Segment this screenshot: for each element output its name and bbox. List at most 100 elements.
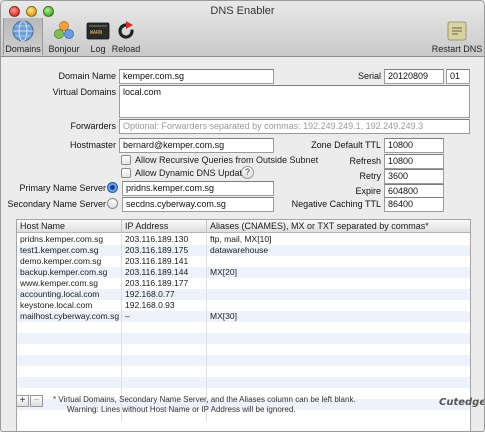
toolbar-reload-button[interactable]: Reload — [111, 18, 141, 55]
column-header-ip-address[interactable]: IP Address — [122, 220, 207, 233]
serial-revision-field[interactable]: 01 — [446, 69, 470, 84]
host-name-cell[interactable] — [17, 377, 122, 388]
aliases-cell[interactable]: MX[30] — [207, 311, 470, 322]
secondary-name-server-radio[interactable] — [107, 198, 118, 209]
toolbar-domains-button[interactable]: Domains — [3, 18, 43, 55]
zone-default-ttl-field[interactable]: 10800 — [384, 138, 444, 153]
virtual-domains-field[interactable]: local.com — [119, 85, 470, 118]
table-row[interactable] — [17, 355, 470, 366]
ip-address-cell[interactable] — [122, 355, 207, 366]
ip-address-cell[interactable]: – — [122, 311, 207, 322]
secondary-name-server-field[interactable]: secdns.cyberway.com.sg — [122, 197, 274, 212]
table-row[interactable]: pridns.kemper.com.sg 203.116.189.130 ftp, … — [17, 234, 470, 245]
toolbar-log-button[interactable]: WARN Log — [83, 18, 113, 55]
table-row[interactable]: keystone.local.com 192.168.0.93 — [17, 300, 470, 311]
host-name-cell[interactable] — [17, 366, 122, 377]
aliases-cell[interactable] — [207, 256, 470, 267]
aliases-cell[interactable]: MX[20] — [207, 267, 470, 278]
ip-address-cell[interactable]: 203.116.189.144 — [122, 267, 207, 278]
ip-address-cell[interactable]: 203.116.189.130 — [122, 234, 207, 245]
table-row[interactable] — [17, 366, 470, 377]
remove-row-button[interactable]: − — [30, 395, 43, 407]
globe-icon — [12, 20, 34, 42]
ip-address-cell[interactable]: 203.116.189.177 — [122, 278, 207, 289]
footer-note: * Virtual Domains, Secondary Name Server… — [53, 395, 356, 404]
table-row[interactable] — [17, 377, 470, 388]
checkbox-box[interactable] — [121, 155, 131, 165]
ip-address-cell[interactable] — [122, 322, 207, 333]
table-row[interactable] — [17, 333, 470, 344]
negative-caching-ttl-label: Negative Caching TTL — [291, 199, 381, 209]
host-name-cell[interactable] — [17, 355, 122, 366]
add-row-button[interactable]: + — [16, 395, 29, 407]
toolbar: Domains Bonjour WARN Log Reload Restart … — [1, 17, 484, 57]
table-row[interactable]: www.kemper.com.sg 203.116.189.177 — [17, 278, 470, 289]
table-row[interactable] — [17, 322, 470, 333]
aliases-cell[interactable] — [207, 300, 470, 311]
aliases-cell[interactable] — [207, 322, 470, 333]
ip-address-cell[interactable] — [122, 377, 207, 388]
host-name-cell[interactable]: keystone.local.com — [17, 300, 122, 311]
ip-address-cell[interactable] — [122, 344, 207, 355]
hostmaster-label: Hostmaster — [69, 140, 116, 150]
allow-dynamic-label: Allow Dynamic DNS Updates — [135, 168, 252, 178]
primary-name-server-radio[interactable] — [107, 182, 118, 193]
aliases-cell[interactable] — [207, 366, 470, 377]
table-row[interactable]: mailhost.cyberway.com.sg – MX[30] — [17, 311, 470, 322]
serial-field[interactable]: 20120809 — [384, 69, 444, 84]
host-name-cell[interactable]: www.kemper.com.sg — [17, 278, 122, 289]
column-header-host-name[interactable]: Host Name — [17, 220, 122, 233]
ip-address-cell[interactable]: 203.116.189.175 — [122, 245, 207, 256]
host-name-cell[interactable]: test1.kemper.com.sg — [17, 245, 122, 256]
table-row[interactable]: demo.kemper.com.sg 203.116.189.141 — [17, 256, 470, 267]
ip-address-cell[interactable]: 192.168.0.93 — [122, 300, 207, 311]
checkbox-box[interactable] — [121, 168, 131, 178]
secondary-name-server-label: Secondary Name Server — [7, 199, 106, 209]
primary-name-server-field[interactable]: pridns.kemper.com.sg — [122, 181, 274, 196]
host-name-cell[interactable]: demo.kemper.com.sg — [17, 256, 122, 267]
host-name-cell[interactable]: accounting.local.com — [17, 289, 122, 300]
ip-address-cell[interactable]: 203.116.189.141 — [122, 256, 207, 267]
column-header-aliases[interactable]: Aliases (CNAMES), MX or TXT separated by… — [207, 220, 470, 233]
retry-field[interactable]: 3600 — [384, 169, 444, 184]
toolbar-bonjour-label: Bonjour — [48, 44, 80, 54]
host-name-cell[interactable]: backup.kemper.com.sg — [17, 267, 122, 278]
app-window: DNS Enabler Domains Bonjour WARN Log Rel… — [0, 0, 485, 432]
aliases-cell[interactable]: ftp, mail, MX[10] — [207, 234, 470, 245]
host-name-cell[interactable] — [17, 322, 122, 333]
host-name-cell[interactable]: pridns.kemper.com.sg — [17, 234, 122, 245]
aliases-cell[interactable] — [207, 355, 470, 366]
toolbar-restart-dns-button[interactable]: Restart DNS — [429, 18, 484, 55]
domain-name-field[interactable]: kemper.com.sg — [119, 69, 274, 84]
table-row[interactable]: backup.kemper.com.sg 203.116.189.144 MX[20… — [17, 267, 470, 278]
aliases-cell[interactable]: datawarehouse — [207, 245, 470, 256]
aliases-cell[interactable] — [207, 278, 470, 289]
domain-name-label: Domain Name — [58, 71, 116, 81]
toolbar-bonjour-button[interactable]: Bonjour — [45, 18, 83, 55]
host-name-cell[interactable]: mailhost.cyberway.com.sg — [17, 311, 122, 322]
ip-address-cell[interactable]: 192.168.0.77 — [122, 289, 207, 300]
forwarders-label: Forwarders — [70, 121, 116, 131]
hostmaster-field[interactable]: bernard@kemper.com.sg — [119, 138, 274, 153]
aliases-cell[interactable] — [207, 289, 470, 300]
aliases-cell[interactable] — [207, 344, 470, 355]
host-name-cell[interactable] — [17, 344, 122, 355]
negative-caching-ttl-field[interactable]: 86400 — [384, 197, 444, 212]
reload-icon — [118, 21, 134, 39]
table-header: Host Name IP Address Aliases (CNAMES), M… — [17, 220, 470, 233]
table-row[interactable] — [17, 344, 470, 355]
table-row[interactable]: test1.kemper.com.sg 203.116.189.175 datawa… — [17, 245, 470, 256]
help-icon[interactable]: ? — [241, 166, 254, 179]
aliases-cell[interactable] — [207, 377, 470, 388]
allow-dynamic-dns-checkbox[interactable]: Allow Dynamic DNS Updates — [121, 168, 252, 178]
window-title: DNS Enabler — [210, 5, 275, 17]
aliases-cell[interactable] — [207, 333, 470, 344]
footer-warning: Warning: Lines without Host Name or IP A… — [67, 405, 296, 414]
forwarders-field[interactable]: Optional: Forwarders separated by commas… — [119, 119, 470, 134]
ip-address-cell[interactable] — [122, 333, 207, 344]
refresh-field[interactable]: 10800 — [384, 154, 444, 169]
host-name-cell[interactable] — [17, 333, 122, 344]
ip-address-cell[interactable] — [122, 366, 207, 377]
title-bar: DNS Enabler Domains Bonjour WARN Log Rel… — [1, 1, 484, 57]
table-row[interactable]: accounting.local.com 192.168.0.77 — [17, 289, 470, 300]
